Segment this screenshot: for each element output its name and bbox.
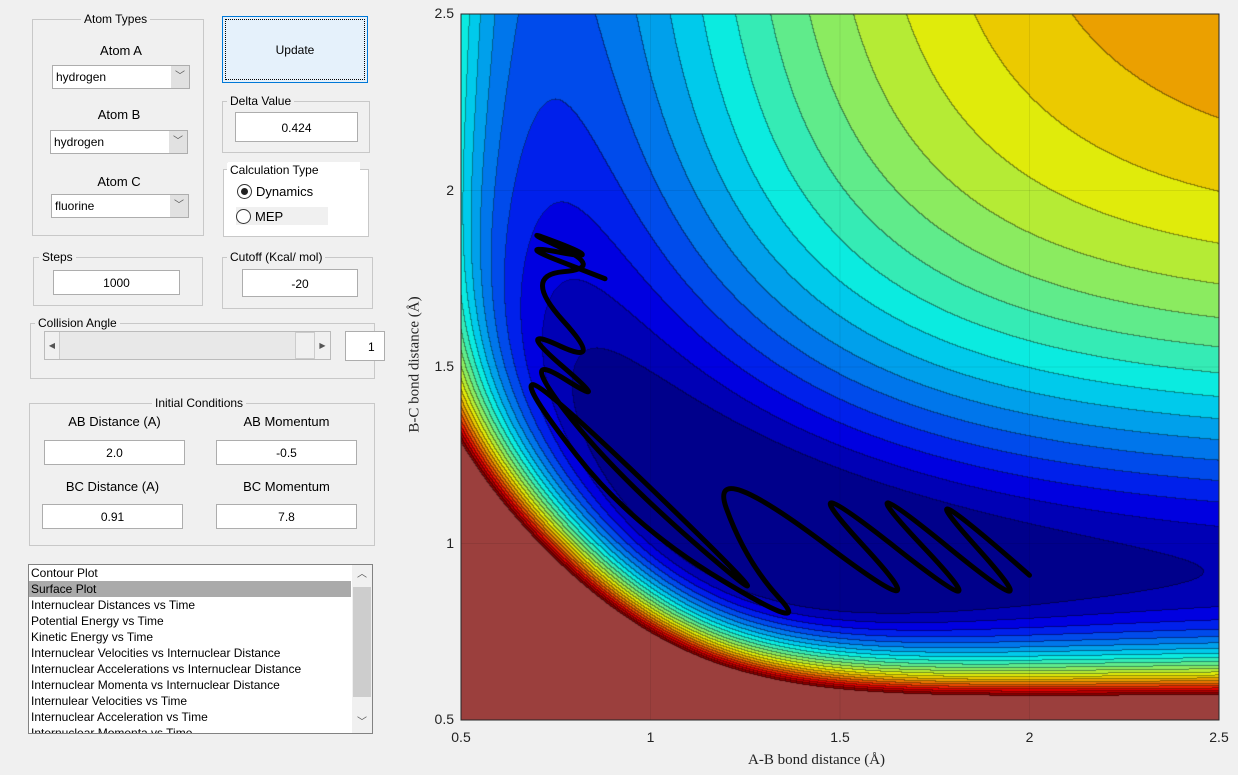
plot-type-list[interactable]: Contour Plot Surface Plot Internuclear Dis… bbox=[28, 564, 373, 734]
initial-conditions-title: Initial Conditions bbox=[152, 396, 247, 410]
x-tick-label: 1 bbox=[646, 729, 655, 745]
bc-distance-input[interactable]: 0.91 bbox=[42, 504, 183, 529]
bc-momentum-label: BC Momentum bbox=[243, 479, 330, 494]
y-tick-label: 1.5 bbox=[434, 358, 454, 374]
chevron-down-icon: ﹀ bbox=[169, 131, 187, 153]
y-axis-label: B-C bond distance (Å) bbox=[406, 296, 423, 433]
y-tick-label: 1 bbox=[446, 534, 454, 551]
delta-input[interactable]: 0.424 bbox=[235, 112, 358, 142]
y-tick-label: 0.5 bbox=[434, 711, 454, 727]
radio-dynamics[interactable]: Dynamics bbox=[237, 184, 313, 199]
update-label: Update bbox=[275, 42, 315, 57]
ab-distance-label: AB Distance (A) bbox=[68, 414, 161, 429]
steps-title: Steps bbox=[39, 250, 76, 264]
y-tick-label: 2.5 bbox=[434, 5, 454, 21]
update-button[interactable]: Update bbox=[222, 16, 368, 83]
list-item[interactable]: Internuclear Momenta vs Time bbox=[29, 725, 351, 733]
calculation-type-bg bbox=[224, 170, 368, 236]
list-item[interactable]: Internuclear Accelerations vs Internucle… bbox=[29, 661, 351, 677]
atom-types-title: Atom Types bbox=[81, 12, 151, 26]
potential-energy-surface bbox=[461, 14, 1219, 720]
radio-unselected-icon bbox=[236, 208, 251, 224]
dynamics-label: Dynamics bbox=[256, 184, 314, 199]
x-tick-label: 2.5 bbox=[1209, 729, 1229, 745]
x-axis-label: A-B bond distance (Å) bbox=[748, 752, 886, 768]
atom-b-dropdown[interactable]: hydrogen ﹀ bbox=[50, 130, 188, 154]
list-scrollbar[interactable]: ︿ ﹀ bbox=[352, 565, 372, 733]
bc-distance-label: BC Distance (A) bbox=[65, 479, 160, 494]
list-item[interactable]: Internuclear Distances vs Time bbox=[29, 597, 351, 613]
ab-distance-input[interactable]: 2.0 bbox=[44, 440, 185, 465]
slider-left-arrow[interactable]: ◀ bbox=[45, 332, 60, 359]
collision-angle-value: 1 bbox=[368, 340, 375, 354]
mep-label: MEP bbox=[255, 208, 284, 224]
list-item[interactable]: Internuclear Velocities vs Internuclear … bbox=[29, 645, 351, 661]
list-item[interactable]: Internuclear Momenta vs Internuclear Dis… bbox=[29, 677, 351, 693]
cutoff-title: Cutoff (Kcal/ mol) bbox=[227, 250, 326, 264]
scroll-down-icon[interactable]: ﹀ bbox=[352, 713, 372, 733]
list-item[interactable]: Contour Plot bbox=[29, 565, 351, 581]
list-item[interactable]: Kinetic Energy vs Time bbox=[29, 629, 351, 645]
y-tick-label: 2 bbox=[446, 181, 454, 198]
x-tick-label: 1.5 bbox=[830, 729, 850, 745]
atom-a-value: hydrogen bbox=[56, 70, 107, 84]
atom-a-dropdown[interactable]: hydrogen ﹀ bbox=[52, 65, 190, 89]
atom-a-label: Atom A bbox=[100, 43, 142, 58]
calculation-type-label: Calculation Type bbox=[227, 163, 322, 177]
list-item[interactable]: Internulear Velocities vs Time bbox=[29, 693, 351, 709]
ab-momentum-input[interactable]: -0.5 bbox=[216, 440, 357, 465]
cutoff-input[interactable]: -20 bbox=[242, 269, 358, 297]
ab-momentum-label: AB Momentum bbox=[243, 414, 330, 429]
x-tick-label: 2 bbox=[1025, 729, 1034, 745]
collision-angle-slider[interactable]: ◀ ▶ bbox=[44, 331, 331, 360]
chevron-down-icon: ﹀ bbox=[171, 66, 189, 88]
slider-right-arrow[interactable]: ▶ bbox=[314, 332, 330, 359]
collision-angle-title: Collision Angle bbox=[35, 316, 120, 330]
list-item[interactable]: Internuclear Acceleration vs Time bbox=[29, 709, 351, 725]
list-item[interactable]: Potential Energy vs Time bbox=[29, 613, 351, 629]
radio-mep[interactable]: MEP bbox=[236, 207, 328, 225]
scroll-up-icon[interactable]: ︿ bbox=[352, 565, 372, 585]
scroll-thumb[interactable] bbox=[353, 587, 371, 697]
delta-title: Delta Value bbox=[227, 94, 295, 108]
atom-c-value: fluorine bbox=[55, 199, 95, 213]
atom-b-value: hydrogen bbox=[54, 135, 105, 149]
steps-input[interactable]: 1000 bbox=[53, 270, 180, 295]
radio-selected-icon bbox=[237, 184, 252, 199]
atom-c-dropdown[interactable]: fluorine ﹀ bbox=[51, 194, 189, 218]
bc-momentum-input[interactable]: 7.8 bbox=[216, 504, 357, 529]
x-tick-label: 0.5 bbox=[451, 729, 471, 745]
slider-thumb[interactable] bbox=[295, 332, 315, 359]
list-item[interactable]: Surface Plot bbox=[29, 581, 351, 597]
chevron-down-icon: ﹀ bbox=[170, 195, 188, 217]
atom-b-label: Atom B bbox=[97, 107, 141, 122]
collision-angle-input[interactable]: 1 bbox=[345, 331, 385, 361]
atom-c-label: Atom C bbox=[97, 174, 141, 189]
